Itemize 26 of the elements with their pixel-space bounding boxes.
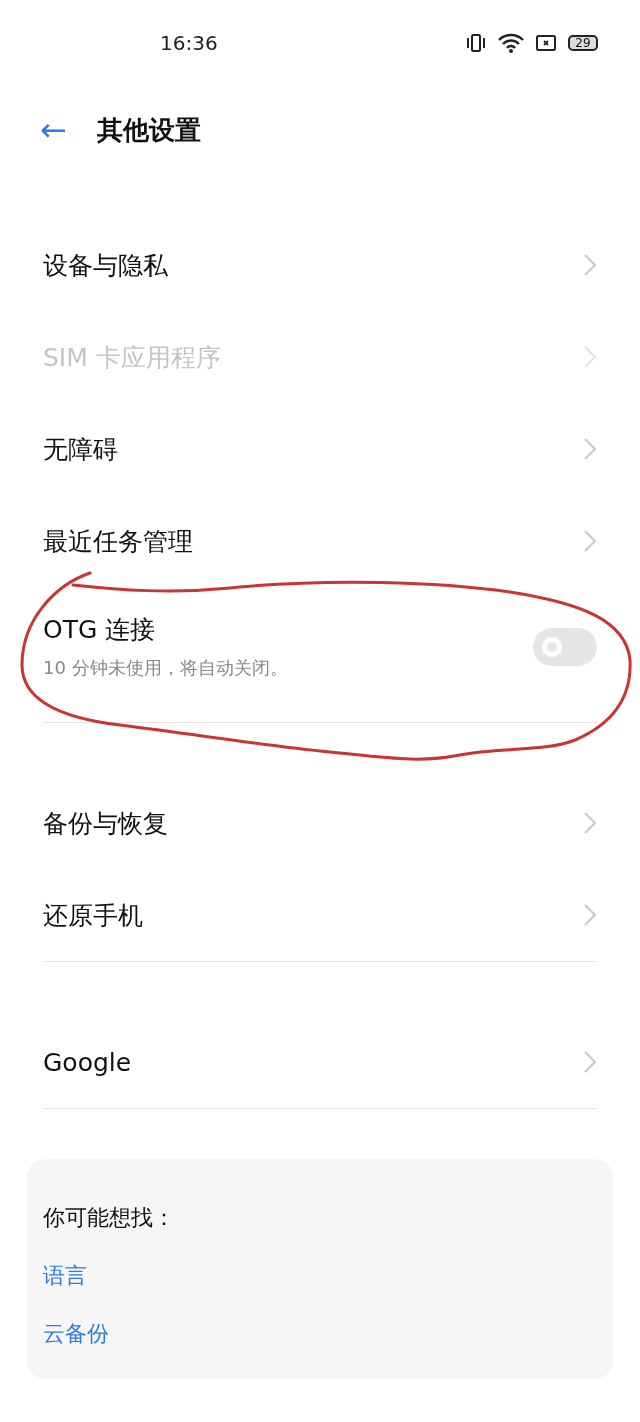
chevron-right-icon [583,437,597,461]
wifi-icon [498,32,524,53]
chevron-right-icon [583,1050,597,1074]
setting-label: OTG 连接 [43,614,157,646]
vibrate-icon [466,32,486,53]
chevron-right-icon [583,345,597,369]
toggle-switch[interactable] [533,627,597,666]
settings-item[interactable]: 设备与隐私 [43,219,597,311]
chevron-right-icon [583,529,597,553]
battery-indicator: 29 [568,34,598,51]
chevron-right-icon [583,811,597,835]
settings-item[interactable]: 最近任务管理 [43,495,597,587]
page-title: 其他设置 [96,113,201,147]
suggestion-link[interactable]: 语言 [43,1261,597,1291]
back-button[interactable]: ← [40,114,67,146]
chevron-right-icon [583,903,597,927]
settings-item[interactable]: 还原手机 [43,869,597,961]
settings-item[interactable]: 备份与恢复 [43,777,597,869]
chevron-right-icon [583,253,597,277]
sim-card-icon [536,33,556,52]
suggestions-title: 你可能想找： [43,1204,176,1232]
settings-item[interactable]: 无障碍 [43,403,597,495]
suggestion-link[interactable]: 云备份 [43,1319,597,1349]
setting-description: 10 分钟未使用，将自动关闭。 [43,656,289,680]
status-time: 16:36 [160,30,219,55]
settings-item[interactable]: Google [43,1016,597,1108]
